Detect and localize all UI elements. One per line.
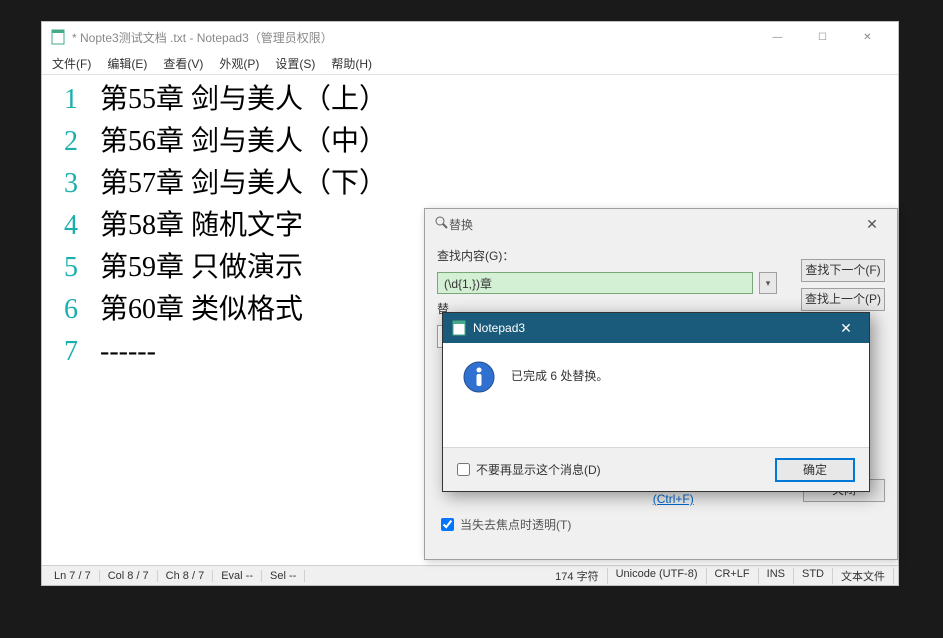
- msgbox-close-button[interactable]: ✕: [831, 320, 861, 337]
- line-num: 7: [42, 331, 78, 373]
- transparent-checkbox[interactable]: [441, 518, 454, 531]
- replace-title: 替换: [449, 216, 857, 233]
- msgbox-titlebar[interactable]: Notepad3 ✕: [443, 313, 869, 343]
- line-num: 3: [42, 163, 78, 205]
- status-ln: Ln 7 / 7: [46, 570, 100, 582]
- dontshow-checkbox[interactable]: [457, 463, 470, 476]
- msgbox-footer: 不要再显示这个消息(D) 确定: [443, 447, 869, 491]
- menu-file[interactable]: 文件(F): [46, 53, 97, 74]
- text-line[interactable]: 第55章 剑与美人（上）: [100, 79, 898, 121]
- replace-close-button[interactable]: ✕: [857, 216, 887, 233]
- titlebar[interactable]: * Nopte3测试文档 .txt - Notepad3（管理员权限） — ☐ …: [42, 22, 898, 52]
- replace-icon: [435, 216, 449, 233]
- status-std: STD: [794, 568, 833, 584]
- line-num: 6: [42, 289, 78, 331]
- status-enc[interactable]: Unicode (UTF-8): [608, 568, 707, 584]
- menu-help[interactable]: 帮助(H): [325, 53, 378, 74]
- text-line[interactable]: 第56章 剑与美人（中）: [100, 121, 898, 163]
- notepad-icon: [50, 29, 66, 45]
- statusbar: Ln 7 / 7 Col 8 / 7 Ch 8 / 7 Eval -- Sel …: [42, 565, 898, 585]
- menu-appearance[interactable]: 外观(P): [213, 53, 265, 74]
- status-eol[interactable]: CR+LF: [707, 568, 759, 584]
- minimize-button[interactable]: —: [755, 23, 800, 51]
- maximize-button[interactable]: ☐: [800, 23, 845, 51]
- find-prev-button[interactable]: 查找上一个(P): [801, 288, 885, 311]
- line-num: 5: [42, 247, 78, 289]
- line-gutter: 1 2 3 4 5 6 7: [42, 75, 92, 565]
- menu-view[interactable]: 查看(V): [157, 53, 209, 74]
- window-controls: — ☐ ✕: [755, 23, 890, 51]
- replace-side-buttons: 查找下一个(F) 查找上一个(P): [801, 259, 885, 311]
- status-ch: Ch 8 / 7: [158, 570, 214, 582]
- msgbox-title: Notepad3: [473, 321, 831, 335]
- ok-button[interactable]: 确定: [775, 458, 855, 482]
- msgbox-body: 已完成 6 处替换。: [443, 343, 869, 447]
- dontshow-row: 不要再显示这个消息(D): [457, 461, 601, 478]
- find-next-button[interactable]: 查找下一个(F): [801, 259, 885, 282]
- dontshow-label: 不要再显示这个消息(D): [476, 461, 601, 478]
- replace-titlebar[interactable]: 替换 ✕: [425, 209, 897, 239]
- close-button[interactable]: ✕: [845, 23, 890, 51]
- status-ins[interactable]: INS: [759, 568, 794, 584]
- status-eval: Eval --: [213, 570, 262, 582]
- info-icon: [463, 361, 495, 393]
- status-chars: 174 字符: [547, 568, 607, 584]
- line-num: 1: [42, 79, 78, 121]
- find-input[interactable]: [437, 272, 753, 294]
- status-col: Col 8 / 7: [100, 570, 158, 582]
- text-line[interactable]: 第57章 剑与美人（下）: [100, 163, 898, 205]
- menu-settings[interactable]: 设置(S): [269, 53, 321, 74]
- line-num: 2: [42, 121, 78, 163]
- transparent-row: 当失去焦点时透明(T): [441, 516, 885, 533]
- line-num: 4: [42, 205, 78, 247]
- menu-edit[interactable]: 编辑(E): [101, 53, 153, 74]
- notepad-icon: [451, 320, 467, 336]
- window-title: * Nopte3测试文档 .txt - Notepad3（管理员权限）: [72, 29, 755, 46]
- status-type: 文本文件: [833, 568, 894, 584]
- msgbox-text: 已完成 6 处替换。: [511, 361, 608, 384]
- transparent-label: 当失去焦点时透明(T): [460, 516, 571, 533]
- message-box: Notepad3 ✕ 已完成 6 处替换。 不要再显示这个消息(D) 确定: [442, 312, 870, 492]
- status-sel: Sel --: [262, 570, 305, 582]
- menubar: 文件(F) 编辑(E) 查看(V) 外观(P) 设置(S) 帮助(H): [42, 52, 898, 74]
- find-dropdown-button[interactable]: ▾: [759, 272, 777, 294]
